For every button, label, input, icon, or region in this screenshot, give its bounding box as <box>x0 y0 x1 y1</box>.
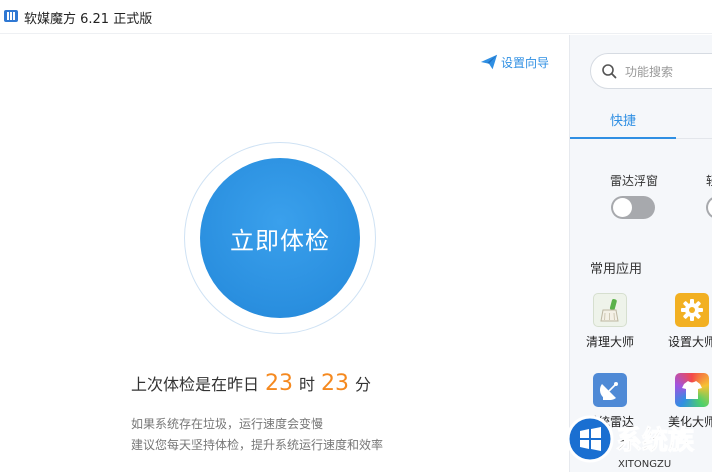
app-label: 系统雷达 <box>585 415 634 429</box>
tip-line-2: 建议您每天坚持体检，提升系统运行速度和效率 <box>131 438 384 452</box>
partial-toggle-label: 轻 <box>706 172 712 189</box>
radar-float-label: 雷达浮窗 <box>610 174 659 188</box>
title-bar: 软媒魔方 6.21 正式版 <box>0 0 712 34</box>
side-panel: 功能搜索 快捷 雷达浮窗 轻 常用应用 清理大师 <box>569 35 712 472</box>
hour-unit: 时 <box>299 375 316 394</box>
radar-dish-icon <box>593 373 627 407</box>
last-check-minutes: 23 <box>321 371 350 396</box>
cube-logo-icon <box>4 10 18 22</box>
app-beautify-master[interactable]: 美化大师 <box>662 373 712 430</box>
main-panel: 设置向导 立即体检 上次体检是在昨日 23 时 23 分 如果系统存在垃圾，运行… <box>0 35 569 472</box>
side-tabs: 快捷 <box>570 101 712 139</box>
toggle-knob <box>708 198 712 217</box>
tshirt-icon <box>675 373 709 407</box>
last-check-info: 上次体检是在昨日 23 时 23 分 <box>131 371 371 396</box>
partial-toggle[interactable] <box>706 196 712 219</box>
radar-float-toggle[interactable] <box>611 196 655 219</box>
start-check-label: 立即体检 <box>230 226 330 255</box>
search-box[interactable]: 功能搜索 <box>590 53 712 89</box>
paper-plane-icon <box>480 54 498 70</box>
setup-wizard-link[interactable]: 设置向导 <box>480 53 549 71</box>
app-system-radar[interactable]: 系统雷达 <box>580 373 640 430</box>
setup-wizard-label: 设置向导 <box>501 55 550 70</box>
app-cleanup-master[interactable]: 清理大师 <box>580 293 640 350</box>
minute-unit: 分 <box>355 375 372 394</box>
app-settings-master[interactable]: 设置大师 <box>662 293 712 350</box>
window-title: 软媒魔方 6.21 正式版 <box>24 12 153 27</box>
app-label: 清理大师 <box>585 335 634 349</box>
gear-icon <box>675 293 709 327</box>
tip-line-1: 如果系统存在垃圾，运行速度会变慢 <box>131 417 324 431</box>
common-apps-title: 常用应用 <box>590 262 643 277</box>
toggle-knob <box>613 198 632 217</box>
search-icon <box>602 64 617 79</box>
app-label: 美化大师 <box>667 415 712 429</box>
broom-icon <box>593 293 627 327</box>
tab-quick-label: 快捷 <box>609 113 636 129</box>
start-check-button[interactable]: 立即体检 <box>200 158 360 318</box>
search-placeholder: 功能搜索 <box>625 64 674 79</box>
last-check-hours: 23 <box>265 371 294 396</box>
last-check-prefix: 上次体检是在昨日 <box>131 375 260 394</box>
app-label: 设置大师 <box>667 335 712 349</box>
tab-quick[interactable]: 快捷 <box>570 101 676 139</box>
